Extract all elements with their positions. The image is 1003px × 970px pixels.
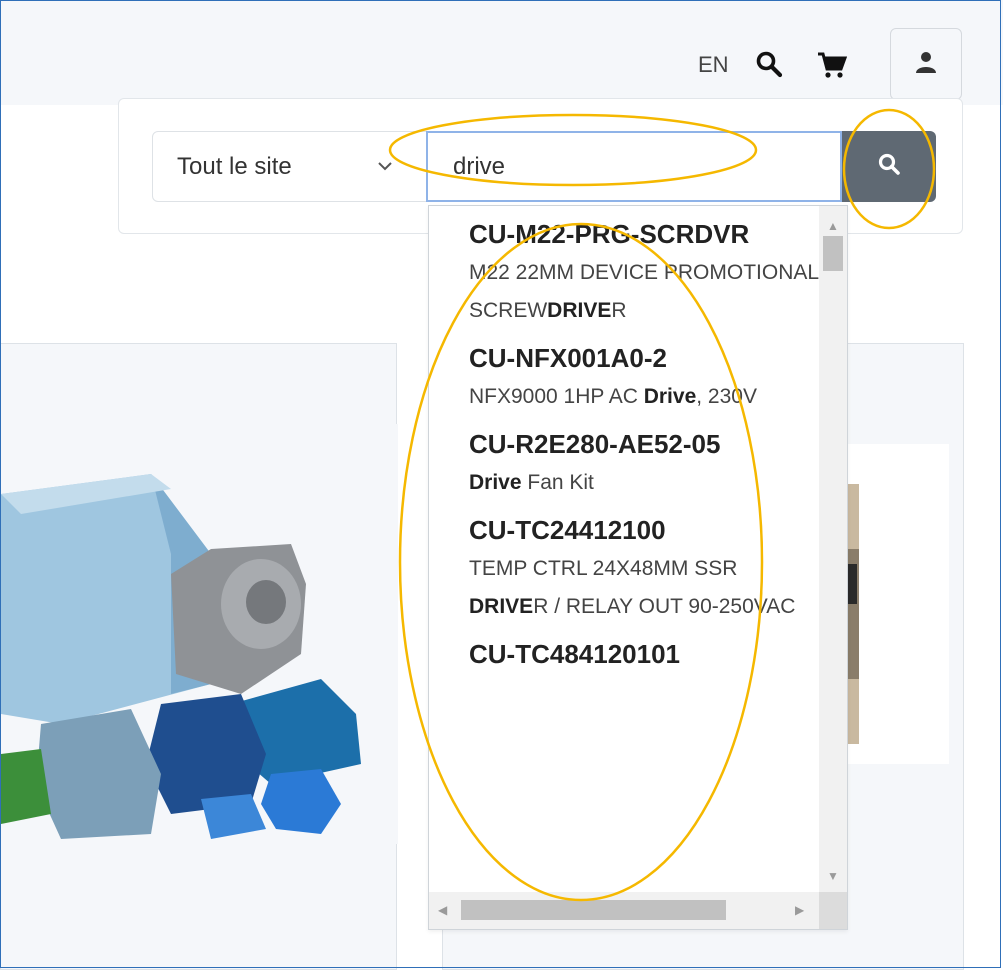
suggestion-item[interactable]: CU-R2E280-AE52-05 Drive Fan Kit xyxy=(469,424,819,502)
vertical-scrollbar[interactable]: ▲ ▼ xyxy=(819,206,847,892)
description-text: TEMP CTRL 24X48MM SSR xyxy=(469,557,738,580)
description-text: , 230V xyxy=(696,385,757,408)
suggestions-list: CU-M22-PRG-SCRDVR M22 22MM DEVICE PROMOTI… xyxy=(469,206,819,892)
suggestion-description: Drive Fan Kit xyxy=(469,464,819,502)
scroll-right-icon[interactable]: ▶ xyxy=(795,904,804,916)
scrollbar-corner xyxy=(819,892,847,929)
search-scope-label: Tout le site xyxy=(177,153,292,180)
suggestion-item[interactable]: CU-M22-PRG-SCRDVR M22 22MM DEVICE PROMOTI… xyxy=(469,214,819,330)
suggestion-description: TEMP CTRL 24X48MM SSR DRIVER / RELAY OUT… xyxy=(469,550,819,626)
search-icon[interactable] xyxy=(755,50,783,83)
suggestion-description: M22 22MM DEVICE PROMOTIONAL SCREWDRIVER xyxy=(469,254,819,330)
match-highlight: Drive xyxy=(643,385,697,408)
search-input[interactable] xyxy=(426,131,842,202)
description-text: Fan Kit xyxy=(521,471,594,494)
user-icon xyxy=(914,50,938,79)
motors-image xyxy=(1,424,398,844)
suggestion-item[interactable]: CU-NFX001A0-2 NFX9000 1HP AC Drive, 230V xyxy=(469,338,819,416)
match-highlight: DRIVE xyxy=(469,595,534,618)
suggestion-sku: CU-NFX001A0-2 xyxy=(469,343,667,373)
account-button[interactable] xyxy=(890,28,962,100)
search-scope-select[interactable]: Tout le site xyxy=(152,131,427,202)
search-icon xyxy=(877,152,901,181)
search-suggestions-dropdown: CU-M22-PRG-SCRDVR M22 22MM DEVICE PROMOTI… xyxy=(428,205,848,930)
match-highlight: DRIVE xyxy=(547,299,612,322)
product-card-motors[interactable] xyxy=(0,343,398,970)
description-text: NFX9000 1HP AC xyxy=(469,385,644,408)
cart-icon[interactable] xyxy=(817,51,848,84)
language-switcher[interactable]: EN xyxy=(698,52,729,78)
match-highlight: Drive xyxy=(469,471,522,494)
suggestion-item[interactable]: CU-TC24412100 TEMP CTRL 24X48MM SSR DRIVE… xyxy=(469,510,819,626)
top-header: EN xyxy=(0,0,1003,105)
scroll-up-icon[interactable]: ▲ xyxy=(827,220,839,232)
scroll-left-icon[interactable]: ◀ xyxy=(438,904,447,916)
horizontal-scrollbar[interactable]: ◀ ▶ xyxy=(429,892,819,929)
chevron-down-icon xyxy=(377,158,393,179)
suggestion-sku: CU-R2E280-AE52-05 xyxy=(469,429,721,459)
scroll-down-icon[interactable]: ▼ xyxy=(827,870,839,882)
description-text: R / RELAY OUT 90-250VAC xyxy=(533,595,796,618)
suggestion-sku: CU-TC484120101 xyxy=(469,639,681,669)
horizontal-scroll-thumb[interactable] xyxy=(461,900,726,920)
suggestion-sku: CU-TC24412100 xyxy=(469,515,666,545)
drive-image xyxy=(843,444,949,764)
suggestion-sku: CU-M22-PRG-SCRDVR xyxy=(469,219,750,249)
vertical-scroll-thumb[interactable] xyxy=(823,236,843,271)
description-text: M22 22MM DEVICE PROMOTIONAL SCREW xyxy=(469,261,819,322)
description-text: R xyxy=(611,299,627,322)
suggestion-item[interactable]: CU-TC484120101 xyxy=(469,634,819,674)
suggestion-description: NFX9000 1HP AC Drive, 230V xyxy=(469,378,819,416)
search-submit-button[interactable] xyxy=(842,131,936,202)
